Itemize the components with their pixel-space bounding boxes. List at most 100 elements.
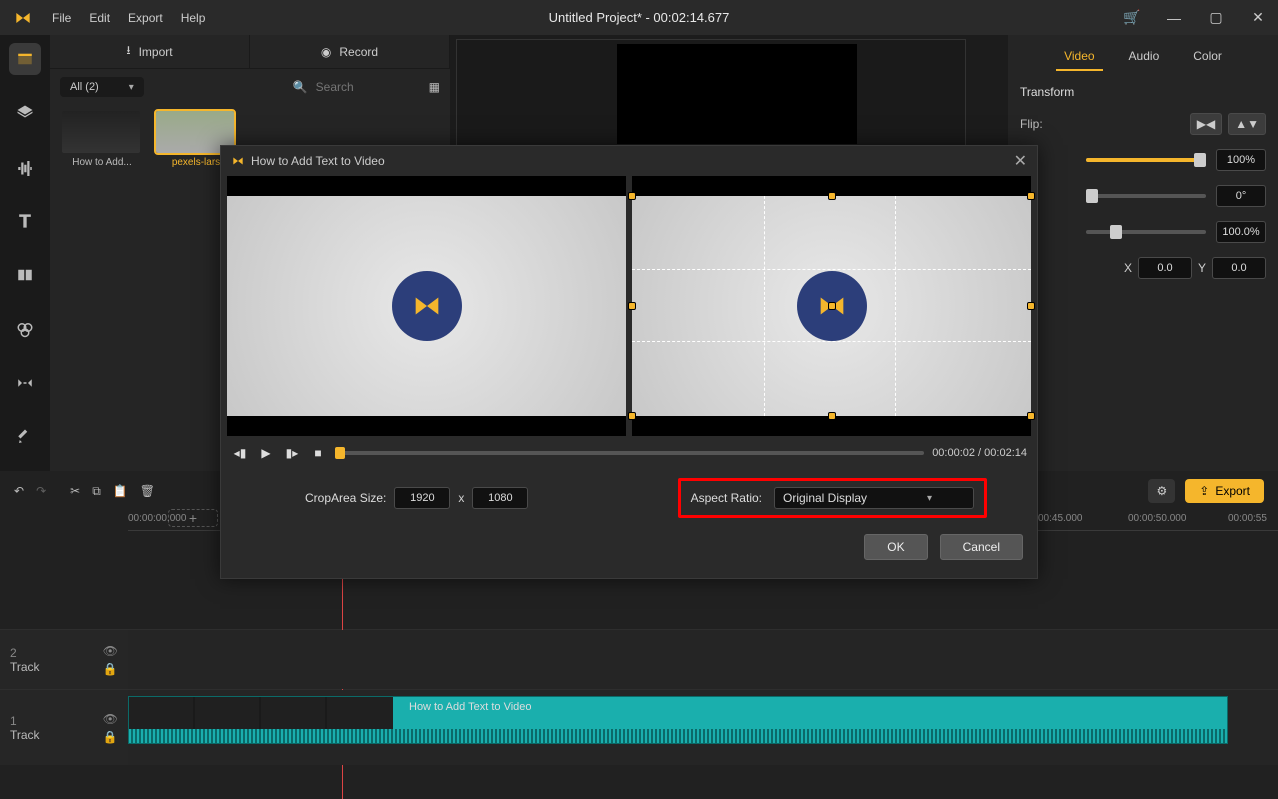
rail-transition-icon[interactable]: [9, 367, 41, 399]
rail-media-icon[interactable]: [9, 43, 41, 75]
preview-mini: [456, 39, 966, 149]
paste-button[interactable]: 📋: [113, 484, 128, 498]
opacity-value[interactable]: 100%: [1216, 149, 1266, 171]
rail-layers-icon[interactable]: [9, 97, 41, 129]
redo-button[interactable]: ↷: [36, 484, 46, 498]
menu-edit[interactable]: Edit: [89, 11, 110, 25]
crop-overlay[interactable]: [632, 196, 1031, 416]
crop-handle[interactable]: [1027, 192, 1035, 200]
track-number: 2: [10, 646, 40, 660]
timeline-clip[interactable]: How to Add Text to Video: [128, 696, 1228, 744]
grid-view-icon[interactable]: ▦: [429, 80, 440, 94]
aspect-ratio-label: Aspect Ratio:: [691, 491, 762, 505]
play-button[interactable]: ▶: [257, 444, 275, 462]
x-label: X: [1124, 261, 1132, 275]
track-1: 1Track 👁 🔒 How to Add Text to Video: [0, 689, 1278, 765]
media-thumb-1[interactable]: How to Add...: [62, 111, 142, 168]
scale-value[interactable]: 100.0%: [1216, 221, 1266, 243]
title-bar: File Edit Export Help Untitled Project* …: [0, 0, 1278, 35]
cut-button[interactable]: ✂: [70, 484, 80, 498]
rail-sticker-icon[interactable]: [9, 421, 41, 453]
crop-handle[interactable]: [1027, 412, 1035, 420]
rail-text-icon[interactable]: [9, 205, 41, 237]
aspect-ratio-highlight: Aspect Ratio: Original Display▾: [678, 478, 987, 518]
crop-handle[interactable]: [828, 192, 836, 200]
minimize-button[interactable]: ―: [1154, 0, 1194, 35]
logo-icon: [392, 271, 462, 341]
timeline-settings-icon[interactable]: ⚙: [1148, 479, 1175, 503]
rail-audio-icon[interactable]: [9, 151, 41, 183]
tab-color[interactable]: Color: [1185, 43, 1230, 71]
import-tab[interactable]: ⭳Import: [50, 35, 250, 68]
export-button[interactable]: ⇪Export: [1185, 479, 1264, 503]
visibility-icon[interactable]: 👁: [103, 712, 118, 726]
crop-preview-edit[interactable]: [632, 176, 1031, 436]
properties-panel: Video Audio Color Transform Flip: ▶◀ ▲▼ …: [1008, 35, 1278, 471]
rail-split-icon[interactable]: [9, 259, 41, 291]
track-2: 2Track 👁🔒: [0, 629, 1278, 689]
x-separator: x: [458, 491, 464, 505]
position-y[interactable]: 0.0: [1212, 257, 1266, 279]
lock-icon[interactable]: 🔒: [103, 730, 118, 744]
ruler-time: 00:45.000: [1038, 513, 1083, 524]
cancel-button[interactable]: Cancel: [940, 534, 1023, 560]
position-x[interactable]: 0.0: [1138, 257, 1192, 279]
record-tab[interactable]: ◉Record: [250, 35, 450, 68]
ok-button[interactable]: OK: [864, 534, 927, 560]
visibility-icon[interactable]: 👁: [103, 644, 118, 658]
time-display: 00:00:02 / 00:02:14: [932, 447, 1027, 459]
app-logo-icon: [0, 8, 46, 28]
crop-width-input[interactable]: 1920: [394, 487, 450, 509]
crop-handle[interactable]: [828, 412, 836, 420]
crop-size-label: CropArea Size:: [305, 491, 386, 505]
lock-icon[interactable]: 🔒: [103, 662, 118, 676]
maximize-button[interactable]: ▢: [1196, 0, 1236, 35]
aspect-ratio-dropdown[interactable]: Original Display▾: [774, 487, 974, 509]
ruler-time: 00:00:00.000: [128, 513, 186, 524]
rotate-slider[interactable]: [1086, 194, 1206, 198]
prev-frame-button[interactable]: ◂▮: [231, 444, 249, 462]
crop-handle[interactable]: [1027, 302, 1035, 310]
stop-button[interactable]: ■: [309, 444, 327, 462]
export-icon: ⇪: [1199, 484, 1209, 498]
seek-bar[interactable]: [335, 451, 924, 455]
copy-button[interactable]: ⧉: [92, 484, 101, 499]
rotate-value[interactable]: 0°: [1216, 185, 1266, 207]
next-frame-button[interactable]: ▮▸: [283, 444, 301, 462]
undo-button[interactable]: ↶: [14, 484, 24, 498]
dialog-close-button[interactable]: ✕: [1014, 151, 1027, 171]
close-button[interactable]: ✕: [1238, 0, 1278, 35]
scale-slider[interactable]: [1086, 230, 1206, 234]
delete-button[interactable]: 🗑: [140, 484, 155, 498]
ruler-time: 00:00:55: [1228, 513, 1267, 524]
ruler-time: 00:00:50.000: [1128, 513, 1186, 524]
rail-effects-icon[interactable]: [9, 313, 41, 345]
crop-handle[interactable]: [628, 412, 636, 420]
track-label: Track: [10, 728, 40, 742]
tab-audio[interactable]: Audio: [1121, 43, 1168, 71]
search-input[interactable]: 🔍: [286, 76, 421, 98]
cart-icon[interactable]: 🛒: [1112, 0, 1152, 35]
crop-height-input[interactable]: 1080: [472, 487, 528, 509]
menu-help[interactable]: Help: [181, 11, 206, 25]
crop-dialog: How to Add Text to Video ✕: [220, 145, 1038, 579]
crop-handle[interactable]: [628, 302, 636, 310]
import-icon: ⭳: [126, 41, 130, 62]
tab-video[interactable]: Video: [1056, 43, 1102, 71]
flip-label: Flip:: [1020, 117, 1076, 131]
crop-handle[interactable]: [828, 302, 836, 310]
dialog-title: How to Add Text to Video: [251, 154, 385, 168]
y-label: Y: [1198, 261, 1206, 275]
flip-vertical-button[interactable]: ▲▼: [1228, 113, 1266, 135]
track-number: 1: [10, 714, 40, 728]
app-logo-icon: [231, 154, 245, 168]
crop-handle[interactable]: [628, 192, 636, 200]
window-title: Untitled Project* - 00:02:14.677: [549, 10, 730, 25]
opacity-slider[interactable]: [1086, 158, 1206, 162]
flip-horizontal-button[interactable]: ▶◀: [1190, 113, 1222, 135]
media-thumb-label: How to Add...: [62, 157, 142, 168]
media-filter-dropdown[interactable]: All (2)▾: [60, 77, 144, 97]
menu-export[interactable]: Export: [128, 11, 163, 25]
menu-file[interactable]: File: [52, 11, 71, 25]
search-icon: 🔍: [293, 80, 308, 94]
